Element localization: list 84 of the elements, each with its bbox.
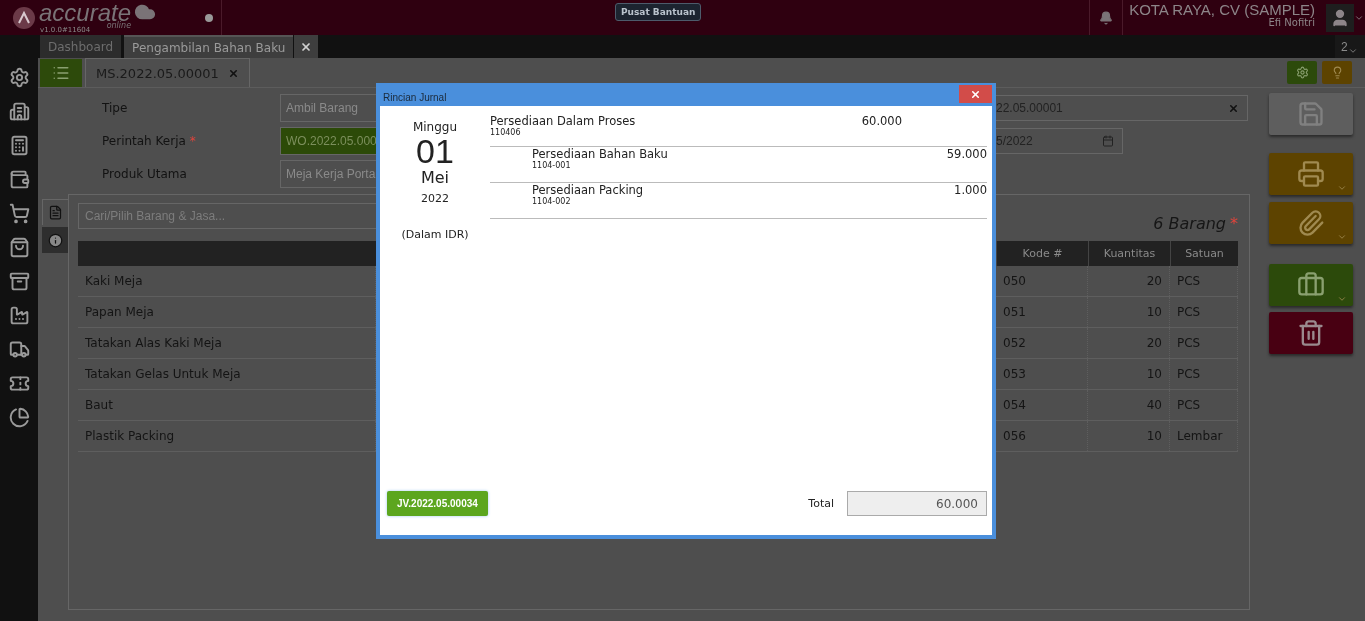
chevron-down-icon <box>1337 294 1347 304</box>
table-cell: 10 <box>1088 359 1170 389</box>
table-cell: PCS <box>1170 390 1238 420</box>
user-name: Efi Nofitri <box>1268 17 1315 29</box>
account-name: Persediaan Bahan Baku <box>532 147 668 161</box>
year-text: 2022 <box>421 192 449 205</box>
currency-note: (Dalam IDR) <box>401 228 469 241</box>
ticket-icon[interactable] <box>8 373 30 394</box>
wallet-icon[interactable] <box>8 169 30 190</box>
factory-icon[interactable] <box>8 305 30 326</box>
account-name: Persediaan Dalam Proses <box>490 114 636 128</box>
bag-icon[interactable] <box>8 237 30 258</box>
column-header[interactable]: Kuantitas <box>1088 241 1170 266</box>
bell-icon[interactable] <box>1099 10 1114 25</box>
field-label: Perintah Kerja * <box>101 134 197 148</box>
table-cell: 20 <box>1088 328 1170 358</box>
company-name: KOTA RAYA, CV (SAMPLE) <box>1129 2 1315 17</box>
credit-amount: 1.000 <box>954 183 987 199</box>
account-code: 110406 <box>490 128 522 137</box>
table-cell: 10 <box>1088 421 1170 451</box>
table-cell: PCS <box>1170 297 1238 327</box>
journal-voucher-button[interactable]: JV.2022.05.00034 <box>387 491 488 516</box>
total-label: Total <box>808 497 834 510</box>
truck-icon[interactable] <box>8 339 30 360</box>
tab[interactable]: Dashboard <box>40 35 122 58</box>
table-cell: PCS <box>1170 359 1238 389</box>
field-label: Tipe <box>101 101 129 115</box>
chevron-down-icon <box>1337 232 1347 242</box>
brand-subtitle: online <box>106 22 132 30</box>
tab-count-button[interactable]: 2 <box>1335 35 1365 58</box>
chevron-down-icon <box>1337 183 1347 193</box>
settings-icon[interactable] <box>8 67 30 88</box>
items-tab[interactable] <box>42 199 68 225</box>
account-name: Persediaan Packing <box>532 183 644 197</box>
column-header[interactable]: Satuan <box>1170 241 1238 266</box>
document-icon <box>48 205 63 220</box>
briefcase-icon <box>1297 271 1325 299</box>
cabinet-icon[interactable] <box>8 271 30 292</box>
table-cell: 20 <box>1088 266 1170 296</box>
table-cell: Lembar <box>1170 421 1238 451</box>
help-button[interactable]: Pusat Bantuan <box>615 3 702 21</box>
day-text: 01 <box>416 134 454 168</box>
info-icon <box>47 232 63 248</box>
settings-button[interactable] <box>1287 61 1317 84</box>
logo-icon <box>12 5 36 30</box>
status-dot-icon <box>205 13 213 22</box>
table-cell: 40 <box>1088 390 1170 420</box>
save-icon <box>1297 100 1325 128</box>
input-field[interactable]: WO.2022.05.000 <box>280 127 376 155</box>
account-code: 1104-001 <box>532 161 572 170</box>
cart-icon[interactable] <box>8 203 30 224</box>
total-field: 60.000 <box>847 491 987 516</box>
print-button[interactable] <box>1269 153 1353 195</box>
field-label: Produk Utama <box>101 167 188 181</box>
tab[interactable]: Pengambilan Bahan Baku <box>124 35 294 58</box>
input-field[interactable]: Ambil Barang <box>280 94 376 122</box>
info-tab[interactable] <box>42 227 68 253</box>
close-icon <box>970 88 981 100</box>
item-count: 6 Barang * <box>1153 213 1238 233</box>
close-icon <box>300 40 313 53</box>
table-cell: 10 <box>1088 297 1170 327</box>
delete-button[interactable] <box>1269 312 1353 354</box>
delete-icon <box>1297 319 1325 347</box>
settings-icon <box>1295 66 1309 79</box>
building-icon[interactable] <box>8 101 30 122</box>
credit-amount: 59.000 <box>946 147 987 163</box>
close-button[interactable] <box>959 85 992 103</box>
input-field[interactable]: Meja Kerja Porta <box>280 160 376 188</box>
dialog-title: Rincian Jurnal <box>383 91 447 103</box>
list-icon <box>52 64 70 82</box>
briefcase-button[interactable] <box>1269 264 1353 306</box>
debit-amount: 60.000 <box>861 114 902 130</box>
attach-icon <box>1297 209 1325 237</box>
account-code: 1104-002 <box>532 197 572 206</box>
table-cell: PCS <box>1170 328 1238 358</box>
weekday-text: Minggu <box>412 120 458 134</box>
close-tab-button[interactable] <box>294 35 319 58</box>
print-icon <box>1297 160 1325 188</box>
attach-button[interactable] <box>1269 202 1353 244</box>
pie-chart-icon[interactable] <box>8 407 30 428</box>
list-button[interactable] <box>40 59 82 87</box>
table-cell: PCS <box>1170 266 1238 296</box>
user-icon <box>1330 7 1350 28</box>
month-text: Mei <box>420 168 450 187</box>
